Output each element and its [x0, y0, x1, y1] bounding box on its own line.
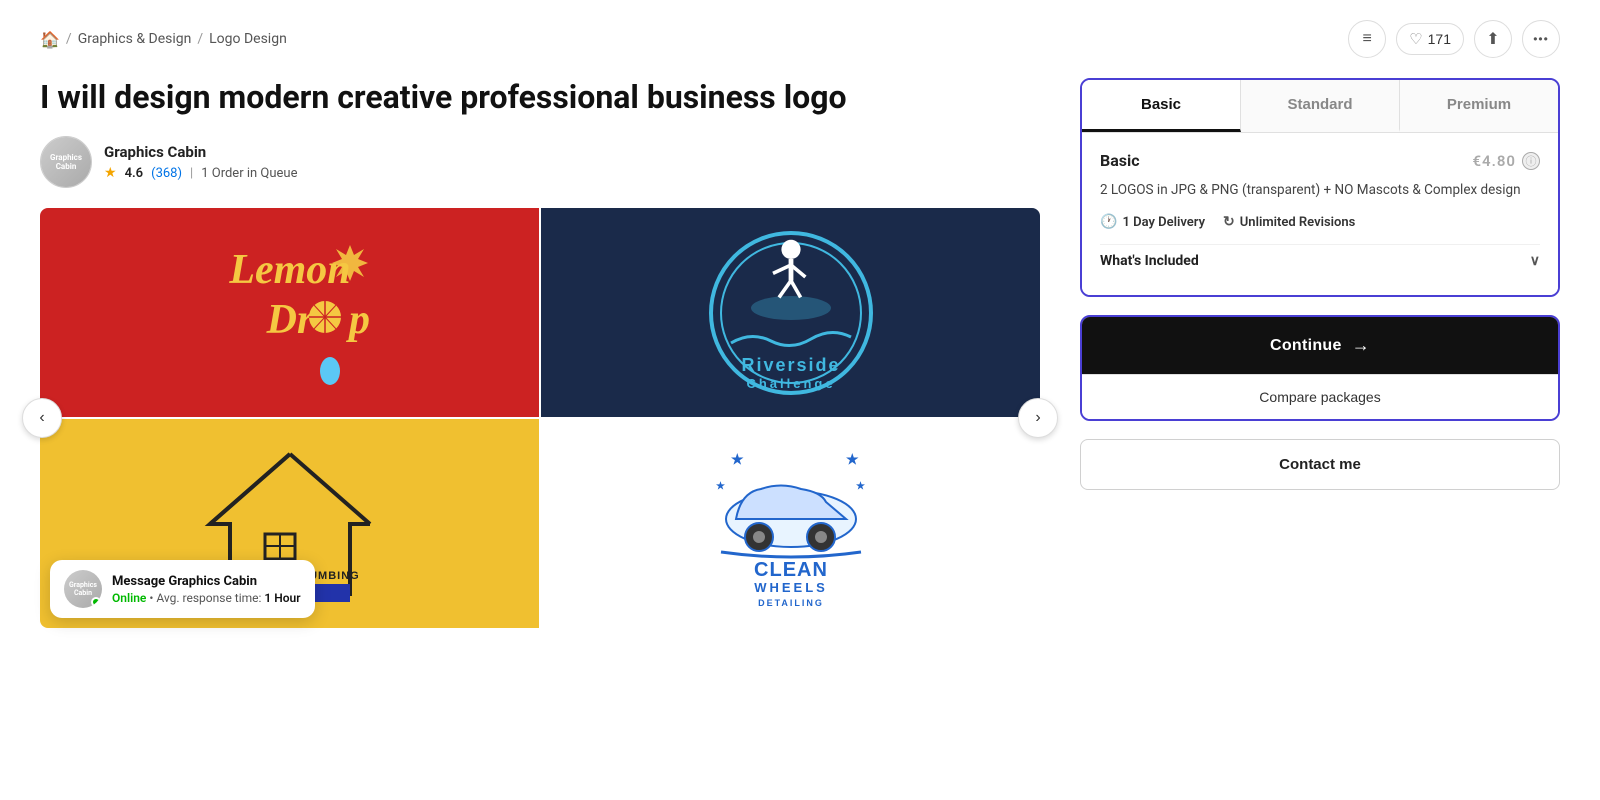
package-body: Basic €4.80 ⓘ 2 LOGOS in JPG & PNG (tran…: [1082, 133, 1558, 295]
refresh-icon: ↻: [1223, 214, 1235, 230]
svg-text:★: ★: [731, 452, 744, 468]
svg-text:★: ★: [856, 481, 865, 492]
breadcrumb-subcategory: Logo Design: [209, 31, 287, 47]
svg-text:p: p: [346, 297, 370, 343]
continue-area: Continue → Compare packages: [1080, 315, 1560, 421]
next-icon: ›: [1035, 409, 1040, 427]
breadcrumb-sep-1: /: [66, 31, 72, 47]
likes-button[interactable]: ♡ 171: [1396, 23, 1464, 55]
chevron-down-icon: ∨: [1530, 253, 1540, 269]
continue-label: Continue: [1270, 337, 1342, 355]
meta-separator: |: [190, 166, 193, 181]
gallery-cell-riverside: Riverside Challenge: [541, 208, 1040, 417]
top-actions: ≡ ♡ 171 ⬆ •••: [1348, 20, 1560, 58]
riverside-svg: Riverside Challenge: [681, 213, 901, 413]
clock-icon: 🕐: [1100, 214, 1117, 230]
main-content: I will design modern creative profession…: [40, 78, 1560, 648]
rating-value: 4.6: [125, 166, 144, 181]
seller-name[interactable]: Graphics Cabin: [104, 143, 297, 161]
left-column: I will design modern creative profession…: [40, 78, 1040, 648]
package-price-row: €4.80 ⓘ: [1472, 152, 1540, 170]
gallery-cell-lemon-drop: Lemon Dr p: [40, 208, 539, 417]
message-popup: Graphics Cabin Message Graphics Cabin On…: [50, 560, 315, 618]
delivery-label: 1 Day Delivery: [1122, 215, 1205, 230]
home-icon[interactable]: 🏠: [40, 30, 60, 49]
seller-info: Graphics Cabin Graphics Cabin ★ 4.6 (368…: [40, 136, 1040, 188]
avatar-image: Graphics Cabin: [41, 137, 91, 187]
gallery-wrapper: ‹ Lemon Dr: [40, 208, 1040, 628]
tab-premium[interactable]: Premium: [1400, 80, 1558, 132]
menu-button[interactable]: ≡: [1348, 20, 1386, 58]
svg-text:★: ★: [716, 481, 725, 492]
package-tabs: Basic Standard Premium: [1082, 80, 1558, 133]
top-bar: 🏠 / Graphics & Design / Logo Design ≡ ♡ …: [40, 20, 1560, 58]
menu-icon: ≡: [1363, 30, 1372, 48]
svg-text:★: ★: [846, 452, 859, 468]
gallery-next-button[interactable]: ›: [1018, 398, 1058, 438]
svg-text:Challenge: Challenge: [746, 376, 835, 391]
response-time: 1 Hour: [264, 591, 300, 605]
breadcrumb: 🏠 / Graphics & Design / Logo Design: [40, 30, 287, 49]
prev-icon: ‹: [39, 409, 44, 427]
continue-button[interactable]: Continue →: [1082, 317, 1558, 374]
queue-info: 1 Order in Queue: [201, 166, 297, 181]
revisions-label: Unlimited Revisions: [1240, 215, 1356, 230]
arrow-right-icon: →: [1352, 335, 1370, 356]
popup-text: Message Graphics Cabin Online • Avg. res…: [112, 574, 301, 605]
svg-text:DETAILING: DETAILING: [758, 598, 824, 608]
popup-status: Online • Avg. response time: 1 Hour: [112, 591, 301, 605]
avg-response-label: Avg. response time:: [156, 591, 261, 605]
svg-text:Riverside: Riverside: [741, 355, 840, 375]
right-column: Basic Standard Premium Basic €4.80 ⓘ 2 L…: [1080, 78, 1560, 490]
share-button[interactable]: ⬆: [1474, 20, 1512, 58]
feature-revisions: ↻ Unlimited Revisions: [1223, 214, 1355, 230]
whats-included-label: What's Included: [1100, 253, 1199, 269]
more-icon: •••: [1533, 32, 1549, 46]
whats-included[interactable]: What's Included ∨: [1100, 244, 1540, 277]
tab-standard[interactable]: Standard: [1241, 80, 1400, 132]
likes-count: 171: [1428, 31, 1451, 47]
package-name: Basic: [1100, 151, 1140, 170]
feature-delivery: 🕐 1 Day Delivery: [1100, 214, 1205, 230]
package-description: 2 LOGOS in JPG & PNG (transparent) + NO …: [1100, 180, 1540, 200]
online-indicator: [91, 597, 101, 607]
svg-text:Lemon: Lemon: [228, 247, 350, 293]
svg-text:Dr: Dr: [265, 297, 313, 343]
review-count[interactable]: (368): [151, 166, 182, 181]
share-icon: ⬆: [1486, 29, 1499, 49]
gig-title: I will design modern creative profession…: [40, 78, 1040, 116]
lemon-drop-svg: Lemon Dr p: [180, 213, 400, 413]
breadcrumb-category[interactable]: Graphics & Design: [78, 31, 192, 47]
svg-text:WHEELS: WHEELS: [754, 580, 828, 595]
breadcrumb-sep-2: /: [197, 31, 203, 47]
compare-packages-button[interactable]: Compare packages: [1082, 374, 1558, 419]
cleanwheels-svg: ★ ★ ★ ★: [681, 424, 901, 624]
heart-icon: ♡: [1409, 30, 1422, 48]
popup-name[interactable]: Message Graphics Cabin: [112, 574, 301, 589]
tab-basic[interactable]: Basic: [1082, 80, 1241, 132]
avatar[interactable]: Graphics Cabin: [40, 136, 92, 188]
star-icon: ★: [104, 165, 117, 181]
popup-avatar: Graphics Cabin: [64, 570, 102, 608]
package-card: Basic Standard Premium Basic €4.80 ⓘ 2 L…: [1080, 78, 1560, 297]
seller-details: Graphics Cabin ★ 4.6 (368) | 1 Order in …: [104, 143, 297, 181]
more-button[interactable]: •••: [1522, 20, 1560, 58]
gallery-cell-cleanwheels: ★ ★ ★ ★: [541, 419, 1040, 628]
svg-text:CLEAN: CLEAN: [754, 559, 828, 581]
gallery-prev-button[interactable]: ‹: [22, 398, 62, 438]
seller-meta: ★ 4.6 (368) | 1 Order in Queue: [104, 165, 297, 181]
online-label: Online: [112, 591, 146, 605]
package-features: 🕐 1 Day Delivery ↻ Unlimited Revisions: [1100, 214, 1540, 230]
package-name-row: Basic €4.80 ⓘ: [1100, 151, 1540, 170]
price-info-button[interactable]: ⓘ: [1522, 152, 1540, 170]
contact-me-button[interactable]: Contact me: [1080, 439, 1560, 490]
package-price: €4.80: [1472, 152, 1516, 170]
